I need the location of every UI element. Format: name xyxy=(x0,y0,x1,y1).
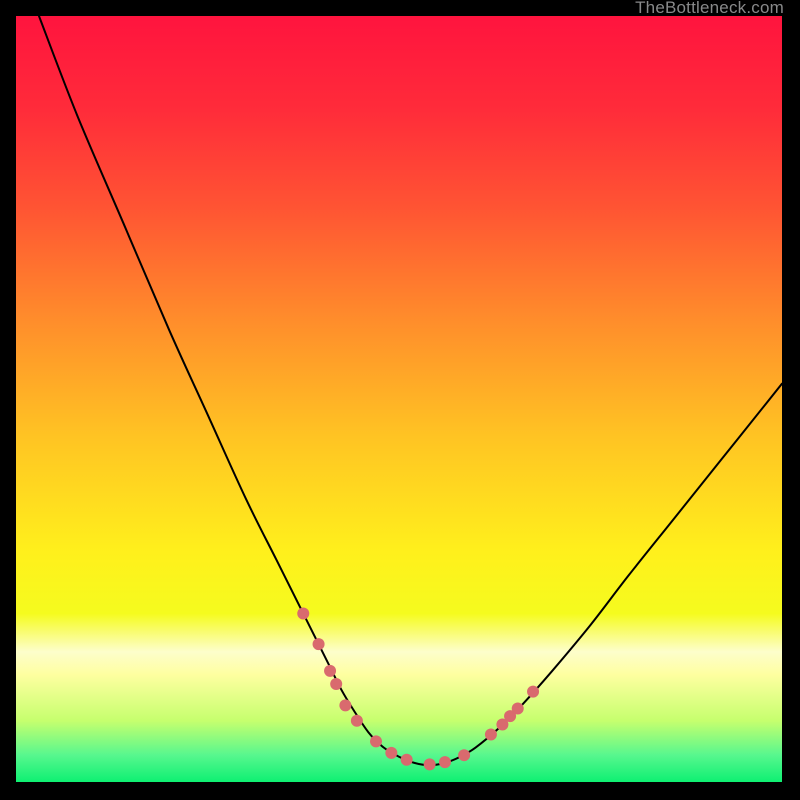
curve-marker xyxy=(339,699,351,711)
chart-curve xyxy=(16,16,782,782)
curve-marker xyxy=(370,735,382,747)
plot-area xyxy=(15,15,783,783)
curve-marker xyxy=(401,754,413,766)
curve-marker xyxy=(324,665,336,677)
bottleneck-curve-path xyxy=(39,16,782,765)
curve-marker xyxy=(485,729,497,741)
curve-marker xyxy=(424,758,436,770)
curve-marker xyxy=(458,749,470,761)
curve-marker xyxy=(297,607,309,619)
curve-marker xyxy=(351,715,363,727)
attribution-text: TheBottleneck.com xyxy=(635,0,784,18)
curve-marker xyxy=(385,747,397,759)
curve-marker xyxy=(313,638,325,650)
chart-container: { "attribution": "TheBottleneck.com", "g… xyxy=(0,0,800,800)
curve-marker xyxy=(527,686,539,698)
curve-marker xyxy=(330,678,342,690)
curve-marker xyxy=(512,702,524,714)
curve-marker xyxy=(439,756,451,768)
